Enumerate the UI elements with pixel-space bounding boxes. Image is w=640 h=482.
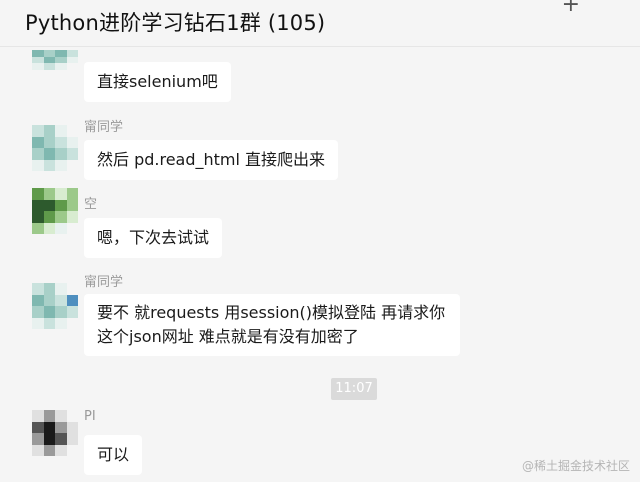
avatar[interactable]: [32, 410, 78, 456]
sender-name: PI: [84, 409, 96, 424]
sender-name: 甯同学: [84, 120, 124, 135]
avatar[interactable]: [32, 188, 78, 234]
chat-title: Python进阶学习钻石1群 (105): [25, 11, 326, 35]
message-bubble[interactable]: 要不 就requests 用session()模拟登陆 再请求你这个json网址…: [84, 294, 460, 356]
message-bubble[interactable]: 可以: [84, 435, 143, 475]
add-icon[interactable]: +: [562, 0, 580, 16]
timestamp: 11:07: [331, 378, 377, 400]
sender-name: 甯同学: [84, 275, 124, 290]
message-bubble[interactable]: 然后 pd.read_html 直接爬出来: [84, 140, 339, 180]
message-bubble[interactable]: 嗯，下次去试试: [84, 218, 223, 258]
watermark: @稀土掘金技术社区: [521, 459, 630, 473]
chat-header: Python进阶学习钻石1群 (105) +: [0, 0, 640, 47]
avatar[interactable]: [32, 125, 78, 171]
avatar[interactable]: [32, 283, 78, 329]
sender-name: 空: [84, 197, 98, 212]
message-bubble[interactable]: 直接selenium吧: [84, 62, 231, 102]
avatar[interactable]: [32, 50, 78, 76]
